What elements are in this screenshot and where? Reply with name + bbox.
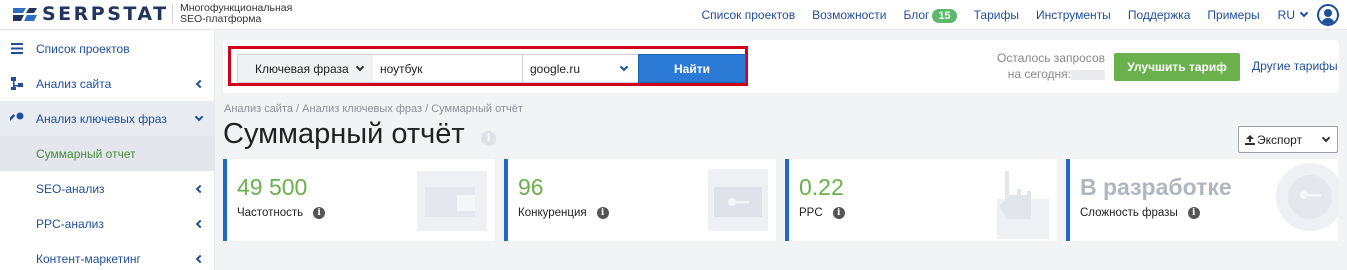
info-icon[interactable]: i [832, 207, 845, 219]
search-button[interactable]: Найти [638, 54, 746, 83]
sidebar-item-label: SEO-анализ [36, 181, 105, 196]
database-select[interactable]: google.ru [522, 54, 639, 83]
sidebar-item-ppc-analysis[interactable]: PPC-анализ [0, 206, 215, 241]
sidebar-item-label: Суммарный отчет [36, 146, 136, 161]
sidebar-item-content-marketing[interactable]: Контент-маркетинг [0, 241, 215, 270]
nav-tools[interactable]: Инструменты [1036, 8, 1111, 22]
chevron-left-icon [195, 79, 205, 88]
export-button[interactable]: Экспорт [1238, 126, 1338, 153]
chevron-down-icon [194, 112, 204, 122]
chevron-down-icon [1321, 133, 1331, 143]
search-bar-highlight: Ключевая фраза google.ru Найти [228, 46, 748, 86]
lock-dial-icon [1276, 163, 1338, 231]
nav-features[interactable]: Возможности [812, 8, 886, 22]
search-type-select[interactable]: Ключевая фраза [237, 54, 374, 83]
metric-label: PPC [799, 207, 823, 219]
user-avatar-icon[interactable] [1317, 4, 1339, 26]
search-panel: Ключевая фраза google.ru Найти Осталось … [223, 40, 1339, 93]
sidebar-item-keyword-analysis[interactable]: Анализ ключевых фраз [0, 101, 215, 136]
sidebar-item-label: Список проектов [36, 41, 130, 56]
sidebar-item-label: PPC-анализ [36, 216, 104, 231]
metric-value: 0.22 [799, 174, 844, 200]
sidebar-item-seo-analysis[interactable]: SEO-анализ [0, 171, 215, 206]
info-icon[interactable]: i [1187, 207, 1200, 219]
sidebar: Список проектов Анализ сайта Анализ ключ… [0, 31, 215, 270]
metric-card-volume: 49 500 Частотность i [223, 159, 495, 241]
metric-label: Конкуренция [518, 207, 587, 219]
logo-text: SERPSTAT [42, 3, 169, 25]
hidden-quota-value [1071, 69, 1105, 80]
click-hand-icon [997, 171, 1049, 239]
info-icon[interactable]: i [481, 131, 496, 146]
top-nav: Список проектов Возможности Блог 15 Тариф… [685, 0, 1347, 30]
chevron-left-icon [195, 219, 205, 228]
upload-icon [1245, 135, 1255, 145]
sidebar-item-label: Контент-маркетинг [36, 251, 141, 266]
sidebar-item-site-analysis[interactable]: Анализ сайта [0, 66, 215, 101]
page-title: Суммарный отчёт [223, 118, 465, 150]
sidebar-item-label: Анализ сайта [36, 76, 112, 91]
chevron-left-icon [195, 254, 205, 263]
top-header: SERPSTAT Многофункциональная SEO-платфор… [0, 0, 1347, 30]
language-switcher[interactable]: RU [1278, 8, 1309, 22]
nav-support[interactable]: Поддержка [1128, 8, 1191, 22]
metric-value: 49 500 [237, 174, 308, 200]
logo[interactable]: SERPSTAT [12, 2, 169, 26]
logo-divider [172, 4, 173, 24]
metric-value: 96 [518, 174, 544, 200]
chevron-down-icon [1299, 8, 1309, 18]
browser-image-icon [417, 171, 487, 231]
chevron-left-icon [195, 184, 205, 193]
blog-count-badge: 15 [932, 8, 957, 23]
nav-examples[interactable]: Примеры [1207, 8, 1259, 22]
sitemap-icon [10, 77, 24, 91]
serpstat-logo-icon [13, 8, 37, 21]
sidebar-item-label: Анализ ключевых фраз [36, 111, 167, 126]
keyword-input[interactable] [373, 54, 523, 83]
metric-card-difficulty: В разработке Сложность фразы i [1066, 159, 1338, 241]
upgrade-plan-button[interactable]: Улучшить тариф [1114, 53, 1240, 81]
chevron-down-icon [619, 62, 629, 72]
tagline: Многофункциональная SEO-платформа [180, 2, 293, 25]
nav-projects[interactable]: Список проектов [702, 8, 796, 22]
metric-label: Частотность [237, 207, 304, 219]
menu-icon [10, 42, 24, 56]
info-icon[interactable]: i [313, 207, 326, 219]
breadcrumb: Анализ сайта / Анализ ключевых фраз / Су… [224, 103, 523, 115]
sidebar-item-summary-report[interactable]: Суммарный отчет [0, 136, 215, 171]
info-icon[interactable]: i [596, 207, 609, 219]
nav-pricing[interactable]: Тарифы [974, 8, 1019, 22]
key-card-icon [708, 169, 768, 231]
metric-card-ppc: 0.22 PPC i [785, 159, 1057, 241]
metric-card-competition: 96 Конкуренция i [504, 159, 776, 241]
other-plans-link[interactable]: Другие тарифы [1252, 59, 1338, 73]
nav-blog[interactable]: Блог 15 [903, 8, 957, 23]
chevron-down-icon [355, 62, 365, 72]
requests-remaining: Осталось запросов на сегодня: [997, 51, 1105, 81]
metric-label: Сложность фразы [1080, 207, 1178, 219]
sidebar-item-projects[interactable]: Список проектов [0, 31, 215, 66]
metric-value: В разработке [1080, 174, 1232, 200]
key-icon [10, 112, 24, 126]
